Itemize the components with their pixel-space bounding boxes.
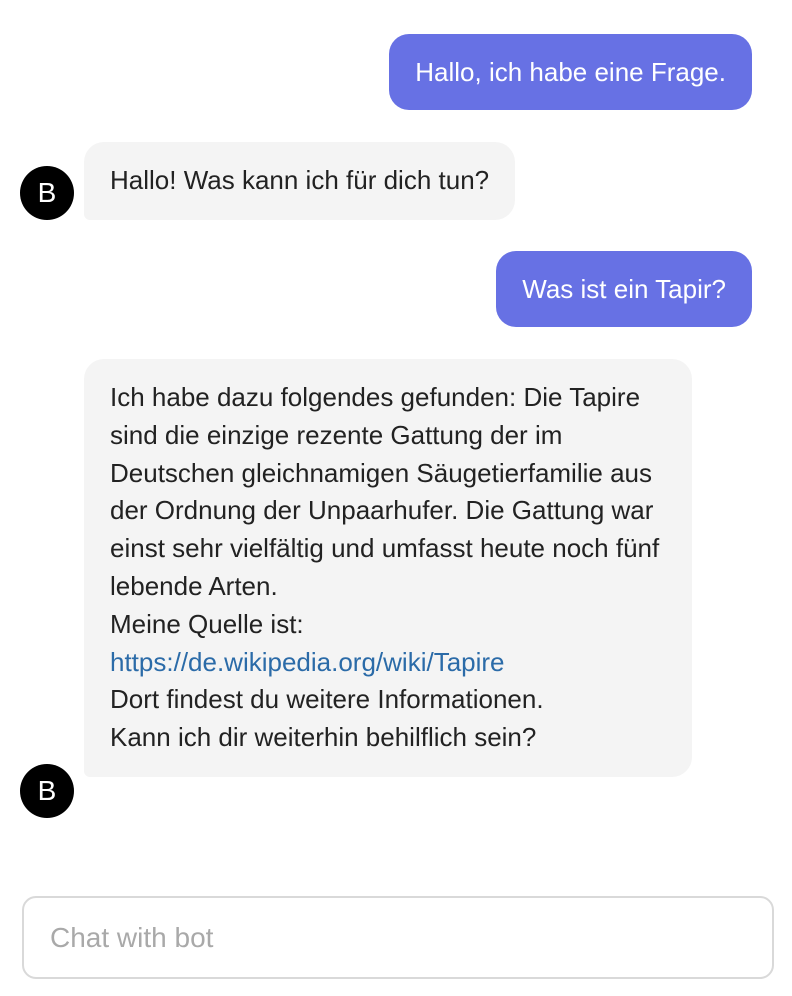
- bot-message-line: Dort findest du weitere Informationen.: [110, 684, 544, 715]
- bot-avatar: B: [20, 764, 74, 818]
- bot-message-paragraph: Ich habe dazu folgendes gefunden: Die Ta…: [110, 382, 660, 601]
- user-message: Was ist ein Tapir?: [496, 251, 752, 327]
- chat-window: Hallo, ich habe eine Frage. B Hallo! Was…: [0, 0, 792, 996]
- user-message: Hallo, ich habe eine Frage.: [389, 34, 752, 110]
- user-message-text: Was ist ein Tapir?: [522, 274, 726, 304]
- bot-avatar: B: [20, 166, 74, 220]
- chat-input-container: [22, 896, 774, 979]
- chat-input[interactable]: [24, 898, 772, 977]
- bot-message: Ich habe dazu folgendes gefunden: Die Ta…: [84, 359, 692, 777]
- bot-message-source-label: Meine Quelle ist:: [110, 608, 304, 639]
- bot-message-text: Hallo! Was kann ich für dich tun?: [110, 165, 490, 195]
- source-link[interactable]: https://de.wikipedia.org/wiki/Tapire: [110, 647, 505, 677]
- bot-message: Hallo! Was kann ich für dich tun?: [84, 142, 516, 220]
- bot-message-line: Kann ich dir weiterhin behilflich sein?: [110, 722, 537, 753]
- user-message-text: Hallo, ich habe eine Frage.: [415, 57, 726, 87]
